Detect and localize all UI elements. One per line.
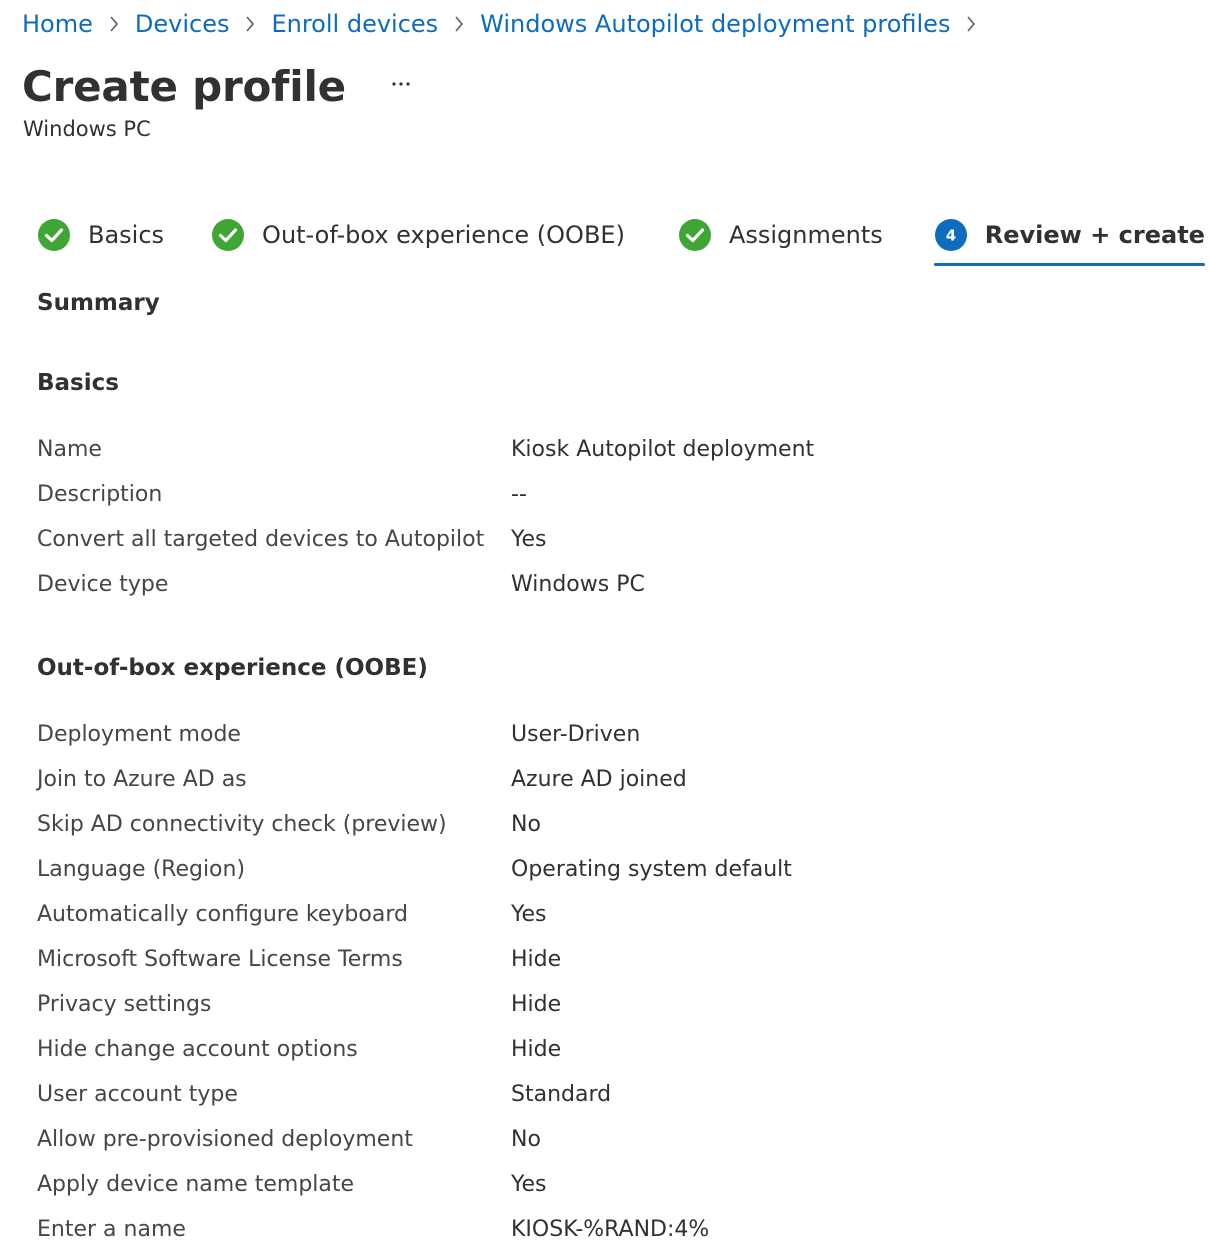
summary-value: Azure AD joined [511, 767, 687, 792]
wizard-steps: Basics Out-of-box experience (OOBE) Assi… [37, 212, 1206, 268]
step-label: Assignments [728, 221, 883, 249]
summary-label: User account type [37, 1082, 238, 1107]
summary-row: Language (Region) Operating system defau… [37, 847, 1137, 892]
summary-label: Allow pre-provisioned deployment [37, 1127, 413, 1152]
page-header: Create profile [22, 58, 418, 114]
summary-label: Privacy settings [37, 992, 212, 1017]
summary-value: -- [511, 482, 527, 507]
step-label: Out-of-box experience (OOBE) [262, 221, 625, 249]
summary-value: Hide [511, 1037, 562, 1062]
summary-label: Microsoft Software License Terms [37, 947, 403, 972]
summary-row: User account type Standard [37, 1072, 1137, 1117]
step-label: Basics [88, 221, 165, 249]
summary-label: Join to Azure AD as [37, 767, 247, 792]
summary-row: Description -- [37, 472, 1137, 517]
chevron-right-icon [438, 8, 480, 40]
tab-oobe[interactable]: Out-of-box experience (OOBE) [211, 212, 625, 258]
summary-value: KIOSK-%RAND:4% [511, 1217, 710, 1242]
summary-value: Yes [511, 902, 547, 927]
summary-value: No [511, 1127, 541, 1152]
summary-row: Convert all targeted devices to Autopilo… [37, 517, 1137, 562]
summary-value: Standard [511, 1082, 612, 1107]
summary-label: Hide change account options [37, 1037, 358, 1062]
step-number-icon: 4 [934, 218, 968, 252]
tab-review-create[interactable]: 4 Review + create [933, 212, 1206, 266]
step-number: 4 [946, 227, 956, 245]
check-circle-icon [37, 218, 71, 252]
section-heading-basics: Basics [37, 370, 119, 396]
more-options-button[interactable] [384, 67, 418, 101]
summary-row: Hide change account options Hide [37, 1027, 1137, 1072]
summary-label: Apply device name template [37, 1172, 355, 1197]
page-title: Create profile [22, 61, 346, 111]
summary-row: Automatically configure keyboard Yes [37, 892, 1137, 937]
summary-value: Hide [511, 947, 562, 972]
summary-label: Automatically configure keyboard [37, 902, 408, 927]
section-heading-oobe: Out-of-box experience (OOBE) [37, 655, 428, 681]
summary-value: Yes [511, 527, 547, 552]
breadcrumb: Home Devices Enroll devices Windows Auto… [22, 8, 992, 40]
summary-row: Name Kiosk Autopilot deployment [37, 427, 1137, 472]
summary-value: Kiosk Autopilot deployment [511, 437, 815, 462]
summary-row: Apply device name template Yes [37, 1162, 1137, 1207]
oobe-summary-list: Deployment mode User-Driven Join to Azur… [37, 712, 1137, 1252]
summary-row: Allow pre-provisioned deployment No [37, 1117, 1137, 1162]
breadcrumb-autopilot-profiles-link[interactable]: Windows Autopilot deployment profiles [480, 10, 950, 38]
breadcrumb-devices-link[interactable]: Devices [135, 10, 230, 38]
page-subtitle: Windows PC [23, 117, 151, 141]
ellipsis-icon [392, 82, 410, 86]
chevron-right-icon [229, 8, 271, 40]
summary-value: Hide [511, 992, 562, 1017]
summary-label: Language (Region) [37, 857, 246, 882]
summary-value: No [511, 812, 541, 837]
summary-row: Privacy settings Hide [37, 982, 1137, 1027]
summary-row: Skip AD connectivity check (preview) No [37, 802, 1137, 847]
tab-basics[interactable]: Basics [37, 212, 164, 258]
summary-row: Deployment mode User-Driven [37, 712, 1137, 757]
chevron-right-icon [93, 8, 135, 40]
check-circle-icon [678, 218, 712, 252]
summary-label: Description [37, 482, 163, 507]
summary-label: Device type [37, 572, 169, 597]
summary-value: Operating system default [511, 857, 792, 882]
basics-summary-list: Name Kiosk Autopilot deployment Descript… [37, 427, 1137, 607]
summary-label: Convert all targeted devices to Autopilo… [37, 527, 485, 552]
summary-label: Name [37, 437, 102, 462]
summary-label: Enter a name [37, 1217, 186, 1242]
summary-heading: Summary [37, 290, 160, 316]
summary-row: Device type Windows PC [37, 562, 1137, 607]
check-circle-icon [211, 218, 245, 252]
summary-row: Microsoft Software License Terms Hide [37, 937, 1137, 982]
summary-label: Deployment mode [37, 722, 241, 747]
summary-label: Skip AD connectivity check (preview) [37, 812, 447, 837]
summary-value: Yes [511, 1172, 547, 1197]
breadcrumb-enroll-devices-link[interactable]: Enroll devices [271, 10, 438, 38]
step-label: Review + create [984, 221, 1205, 249]
summary-row: Enter a name KIOSK-%RAND:4% [37, 1207, 1137, 1252]
breadcrumb-home-link[interactable]: Home [22, 10, 93, 38]
summary-row: Join to Azure AD as Azure AD joined [37, 757, 1137, 802]
summary-value: User-Driven [511, 722, 641, 747]
chevron-right-icon [950, 8, 992, 40]
tab-assignments[interactable]: Assignments [678, 212, 883, 258]
summary-value: Windows PC [511, 572, 645, 597]
